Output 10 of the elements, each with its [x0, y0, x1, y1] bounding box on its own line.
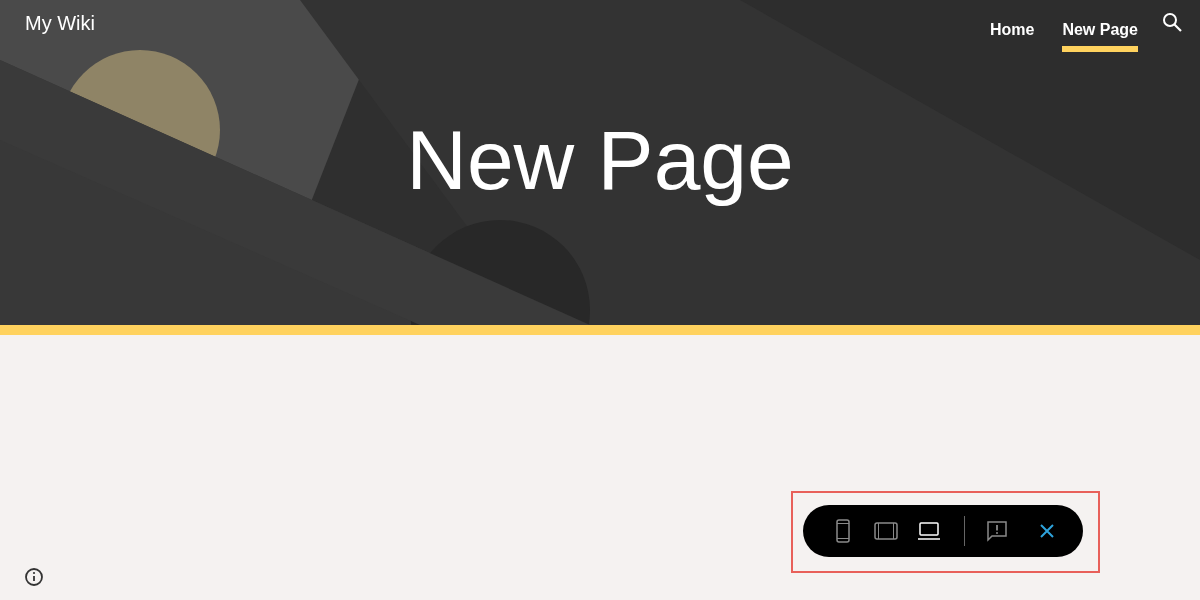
close-icon: [1039, 523, 1056, 539]
tablet-icon: [873, 522, 898, 540]
site-title[interactable]: My Wiki: [25, 12, 95, 35]
laptop-icon: [916, 522, 941, 540]
search-icon[interactable]: [1162, 12, 1182, 32]
info-icon[interactable]: [23, 566, 45, 588]
nav-tab[interactable]: New Page: [1062, 0, 1138, 52]
feedback-icon: [986, 520, 1009, 542]
nav-tab[interactable]: Home: [989, 0, 1035, 52]
phone-icon: [835, 519, 850, 543]
